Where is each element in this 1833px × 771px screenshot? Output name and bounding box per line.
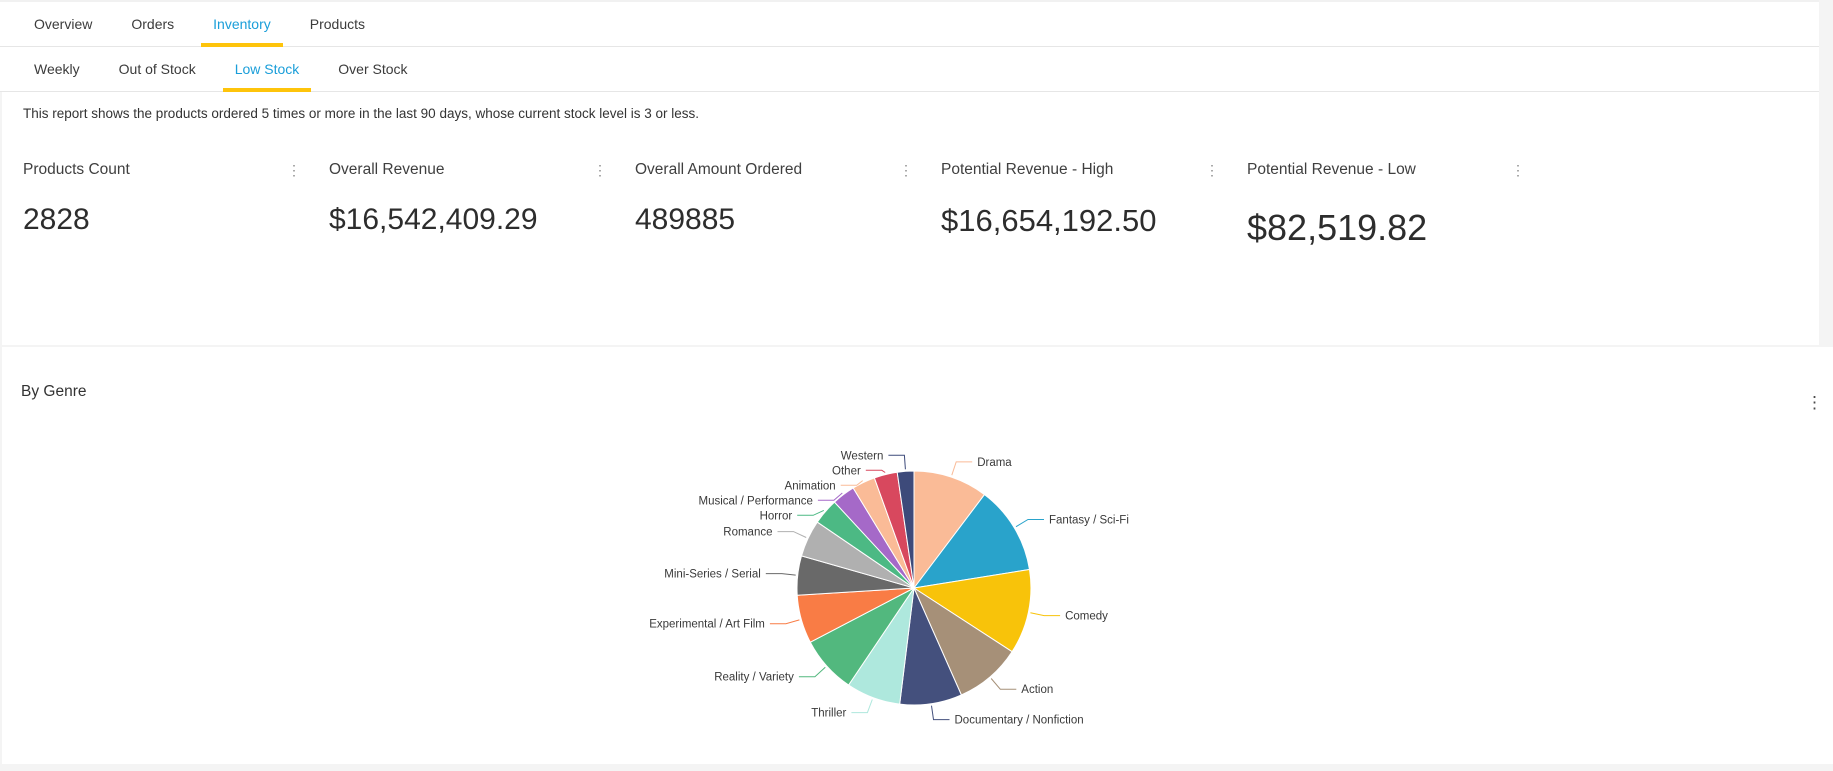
kebab-menu-icon[interactable]: ⋮: [589, 161, 611, 179]
pie-label-drama: Drama: [977, 457, 1012, 469]
report-description: This report shows the products ordered 5…: [2, 92, 1819, 121]
pie-label-leader-line: [932, 706, 950, 720]
pie-label-romance: Romance: [723, 527, 772, 539]
kpi-value: $16,654,192.50: [941, 203, 1213, 239]
tab-over-stock[interactable]: Over Stock: [326, 47, 419, 91]
pie-label-action: Action: [1021, 684, 1053, 696]
tab-label: Low Stock: [235, 61, 300, 77]
dashboard-root: Overview Orders Inventory Products Weekl…: [0, 0, 1833, 771]
pie-label-leader-line: [851, 700, 872, 713]
tab-label: Over Stock: [338, 61, 407, 77]
pie-label-comedy: Comedy: [1065, 611, 1108, 623]
pie-label-leader-line: [797, 510, 824, 515]
widget-title: By Genre: [2, 347, 1833, 401]
tab-inventory[interactable]: Inventory: [201, 2, 283, 46]
tab-header: Overview Orders Inventory Products Weekl…: [0, 0, 1819, 92]
kpi-card-products-count: Products Count ⋮ 2828: [23, 161, 329, 249]
by-genre-widget: By Genre ⋮ Drama Fantasy / Sci-Fi Comedy Ac…: [2, 347, 1833, 764]
tab-label: Orders: [131, 16, 174, 32]
kpi-card-overall-amount-ordered: Overall Amount Ordered ⋮ 489885: [635, 161, 941, 249]
tab-label: Products: [310, 16, 365, 32]
pie-label-fantasy-sci-fi: Fantasy / Sci-Fi: [1049, 515, 1129, 527]
pie-label-documentary-nonfiction: Documentary / Nonfiction: [955, 715, 1084, 727]
kebab-menu-icon[interactable]: ⋮: [1802, 391, 1827, 415]
pie-label-leader-line: [799, 667, 825, 676]
kpi-title: Products Count: [23, 161, 295, 179]
kebab-menu-icon[interactable]: ⋮: [1507, 161, 1529, 179]
genre-pie-chart-area: Drama Fantasy / Sci-Fi Comedy Action Documen…: [552, 429, 1276, 749]
pie-label-leader-line: [770, 620, 800, 624]
kpi-title: Potential Revenue - Low: [1247, 161, 1519, 179]
kpi-title: Overall Amount Ordered: [635, 161, 907, 179]
pie-label-leader-line: [1030, 613, 1060, 616]
tab-overview[interactable]: Overview: [22, 2, 104, 46]
kebab-menu-icon[interactable]: ⋮: [895, 161, 917, 179]
pie-label-leader-line: [952, 462, 972, 475]
pie-label-leader-line: [766, 574, 796, 576]
pie-label-leader-line: [866, 470, 885, 472]
kpi-value: $82,519.82: [1247, 207, 1519, 249]
secondary-tab-bar: Weekly Out of Stock Low Stock Over Stock: [0, 47, 1819, 92]
kpi-section: This report shows the products ordered 5…: [2, 92, 1819, 345]
pie-label-leader-line: [888, 455, 905, 469]
kpi-card-potential-revenue-low: Potential Revenue - Low ⋮ $82,519.82: [1247, 161, 1553, 249]
pie-label-reality-variety: Reality / Variety: [714, 672, 794, 684]
kpi-title: Overall Revenue: [329, 161, 601, 179]
kpi-card-overall-revenue: Overall Revenue ⋮ $16,542,409.29: [329, 161, 635, 249]
primary-tab-bar: Overview Orders Inventory Products: [0, 2, 1819, 47]
kebab-menu-icon[interactable]: ⋮: [1201, 161, 1223, 179]
pie-label-other: Other: [832, 465, 861, 477]
kpi-card-row: Products Count ⋮ 2828 Overall Revenue ⋮ …: [2, 161, 1819, 249]
kpi-value: 489885: [635, 203, 907, 237]
pie-label-thriller: Thriller: [811, 708, 846, 720]
tab-weekly[interactable]: Weekly: [22, 47, 92, 91]
tab-orders[interactable]: Orders: [119, 2, 186, 46]
tab-label: Inventory: [213, 16, 271, 32]
pie-label-animation: Animation: [785, 480, 836, 492]
genre-pie-chart: Drama Fantasy / Sci-Fi Comedy Action Documen…: [552, 429, 1276, 749]
kpi-title: Potential Revenue - High: [941, 161, 1213, 179]
tab-products[interactable]: Products: [298, 2, 377, 46]
pie-label-musical-performance: Musical / Performance: [698, 495, 812, 507]
pie-label-leader-line: [991, 679, 1016, 690]
pie-label-leader-line: [1016, 520, 1044, 527]
kpi-value: 2828: [23, 203, 295, 237]
tab-label: Out of Stock: [119, 61, 196, 77]
pie-label-leader-line: [778, 532, 807, 538]
kebab-menu-icon[interactable]: ⋮: [283, 161, 305, 179]
pie-label-experimental-art-film: Experimental / Art Film: [649, 619, 765, 631]
tab-low-stock[interactable]: Low Stock: [223, 47, 312, 91]
kpi-card-potential-revenue-high: Potential Revenue - High ⋮ $16,654,192.5…: [941, 161, 1247, 249]
tab-label: Weekly: [34, 61, 80, 77]
pie-label-horror: Horror: [760, 510, 793, 522]
right-gutter-strip: [1819, 2, 1833, 346]
pie-label-western: Western: [841, 450, 884, 462]
pie-label-mini-series-serial: Mini-Series / Serial: [664, 569, 761, 581]
kpi-value: $16,542,409.29: [329, 203, 601, 237]
tab-out-of-stock[interactable]: Out of Stock: [107, 47, 208, 91]
tab-label: Overview: [34, 16, 92, 32]
